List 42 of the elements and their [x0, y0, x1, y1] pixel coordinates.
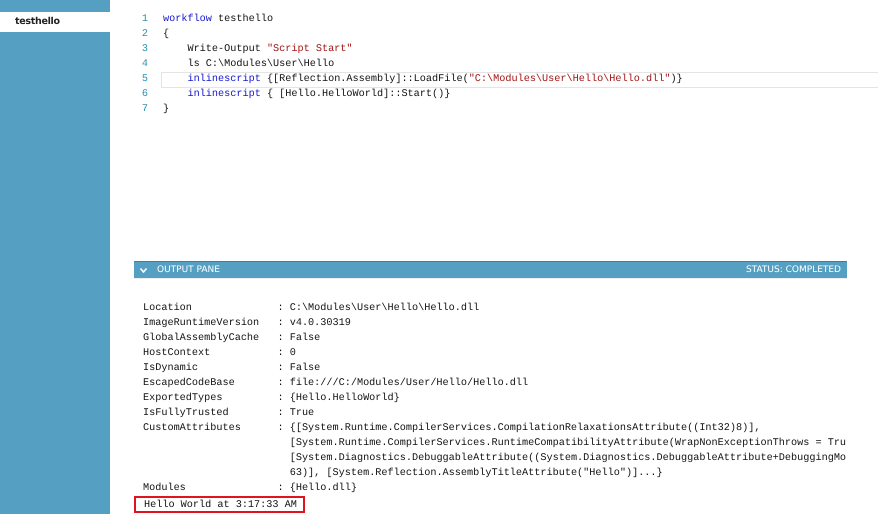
line-number: 7 — [140, 103, 148, 117]
status-label: STATUS: COMPLETED — [746, 265, 841, 275]
property-value: : 0 — [277, 347, 296, 361]
property-value: [System.Diagnostics.DebuggableAttribute((System.Diagnostics.DebuggableAttribute+DebuggingMo — [288, 452, 846, 466]
code-line: ls C:\Modules\User\Hello — [186, 58, 336, 72]
property-value: 63)], [System.Reflection.AssemblyTitleAttribute("Hello")]...} — [288, 466, 663, 481]
property-value: : v4.0.30319 — [277, 317, 351, 331]
property-value: : {[System.Runtime.CompilerServices.CompilationRelaxationsAttribute((Int32)8)], — [277, 422, 760, 436]
property-value: : True — [277, 407, 314, 421]
property-value: : {Hello.HelloWorld} — [277, 392, 400, 406]
line-number: 2 — [140, 28, 148, 42]
output-message: Hello World at 3:17:33 AM — [134, 496, 305, 513]
property-name: Location — [143, 302, 193, 316]
line-number: 3 — [140, 43, 148, 57]
property-value: [System.Runtime.CompilerServices.RuntimeCompatibilityAttribute(WrapNonExceptionThrows = Tru — [288, 436, 846, 451]
code-line: inlinescript {[Reflection.Assembly]::LoadFile("C:\Modules\User\Hello\Hello.dll")} — [161, 72, 878, 88]
property-value: : C:\Modules\User\Hello\Hello.dll — [277, 302, 480, 316]
property-name: CustomAttributes — [143, 422, 242, 436]
chevron-down-icon[interactable] — [140, 268, 147, 272]
property-value: : {Hello.dll} — [277, 482, 357, 496]
line-number: 6 — [140, 88, 148, 102]
property-name: Modules — [143, 482, 187, 496]
code-line: inlinescript { [Hello.HelloWorld]::Start()} — [186, 88, 452, 102]
property-name: ExportedTypes — [143, 392, 224, 406]
property-name: EscapedCodeBase — [143, 376, 236, 391]
property-value: : file:///C:/Modules/User/Hello/Hello.dll — [277, 376, 528, 391]
line-number: 1 — [140, 13, 148, 27]
property-name: IsFullyTrusted — [143, 406, 230, 421]
line-number: 5 — [140, 73, 148, 87]
code-line: { — [162, 28, 170, 42]
code-line: workflow testhello — [162, 12, 274, 26]
property-name: HostContext — [143, 347, 212, 361]
sidebar-item[interactable]: testhello — [0, 12, 110, 32]
property-name: GlobalAssemblyCache — [143, 332, 260, 346]
property-value: : False — [277, 332, 320, 346]
pane-title: OUTPUT PANE — [157, 265, 221, 275]
property-name: IsDynamic — [143, 362, 200, 376]
line-number: 4 — [140, 58, 148, 72]
code-line: Write-Output "Script Start" — [186, 42, 354, 56]
code-line: } — [162, 102, 170, 116]
property-value: : False — [277, 362, 320, 376]
property-name: ImageRuntimeVersion — [143, 316, 260, 331]
